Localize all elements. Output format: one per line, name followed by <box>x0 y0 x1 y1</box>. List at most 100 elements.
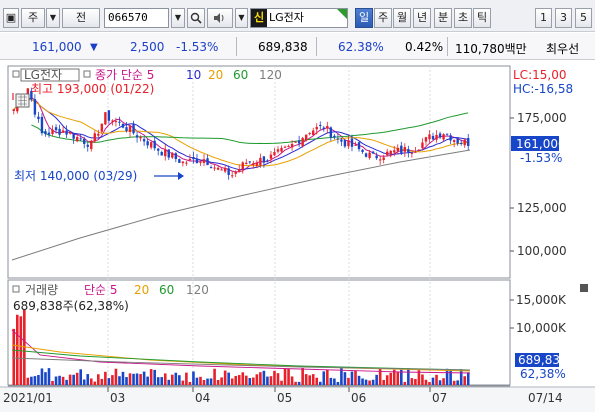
interval-button-2[interactable]: 5 <box>575 8 592 28</box>
stock-name-box[interactable]: 신 LG전자 <box>250 8 348 28</box>
main-toolbar: ▣ 주 ▼ 전 066570 ▼ ▼ 신 LG전자 일주월년분초틱 135 <box>0 0 595 32</box>
candle-body <box>371 151 375 154</box>
volume-bar <box>354 370 357 385</box>
flag-corner-icon <box>337 9 347 19</box>
period-type-select[interactable]: 주 <box>21 8 45 28</box>
volume-bar <box>449 369 452 385</box>
candle-body <box>255 162 259 166</box>
candle-body <box>319 124 322 126</box>
panel-close-icon <box>580 284 588 292</box>
candle-body <box>202 159 206 163</box>
stock-name: LG전자 <box>269 11 304 24</box>
interval-button-0[interactable]: 1 <box>535 8 552 28</box>
volume-bar <box>202 379 206 385</box>
volume-bar <box>188 381 192 385</box>
sound-icon[interactable] <box>207 8 233 28</box>
candle-body <box>61 130 65 133</box>
candle-body <box>297 140 301 144</box>
candle-body <box>421 142 424 149</box>
volume-bar <box>104 371 107 385</box>
volume-bar <box>68 374 72 385</box>
volume-bar <box>220 377 223 385</box>
hc-label: HC:-16,58 <box>513 82 573 96</box>
vol-tick-10000k: 10,000K <box>516 321 567 335</box>
x-label-04: 04 <box>195 391 210 405</box>
volume-bar <box>414 379 417 385</box>
new-listing-badge: 신 <box>251 9 267 27</box>
volume-bar <box>51 380 54 385</box>
candle-body <box>223 168 227 172</box>
period-button-1[interactable]: 주 <box>374 8 392 28</box>
full-menu-button[interactable]: 전 <box>62 8 100 28</box>
volume-bar <box>15 314 19 385</box>
candle-body <box>333 135 336 138</box>
candle-body <box>132 124 135 134</box>
candle-body <box>107 110 111 121</box>
code-dropdown-chevron-icon[interactable]: ▼ <box>171 8 185 28</box>
candle-body <box>386 151 389 156</box>
candle-body <box>463 139 466 146</box>
candle-body <box>40 116 44 134</box>
chart-area[interactable]: LG전자 종가 단순 5 10 20 60 120 최고 193,000 (01… <box>0 61 595 412</box>
candle-body <box>403 146 407 152</box>
volume-bar <box>89 378 93 385</box>
candle-body <box>181 161 185 164</box>
volume-bar <box>97 374 100 385</box>
volume-bar <box>382 379 385 385</box>
volume-bar <box>12 328 16 385</box>
quote-bar: 161,000 ▼ 2,500 -1.53% 689,838 62.38% 0.… <box>0 33 595 60</box>
candle-body <box>350 138 354 147</box>
candle-body <box>431 136 435 140</box>
candle-body <box>442 134 445 140</box>
candle-body <box>171 153 174 158</box>
candle-body <box>347 140 350 147</box>
candle-body <box>273 152 276 156</box>
period-button-3[interactable]: 년 <box>413 8 431 28</box>
candle-body <box>449 135 452 141</box>
candle-body <box>456 138 459 144</box>
volume-bar <box>114 368 118 385</box>
x-label-2021-01: 2021/01 <box>3 391 53 405</box>
candle-body <box>206 158 209 166</box>
stock-code-input[interactable]: 066570 <box>104 8 169 28</box>
volume-bar <box>311 374 315 385</box>
volume-bar <box>385 375 389 385</box>
period-button-6[interactable]: 틱 <box>473 8 491 28</box>
period-type-label: 주 <box>27 11 39 24</box>
chevron-down-icon[interactable]: ▼ <box>46 8 60 28</box>
candle-body <box>378 159 382 161</box>
dock-icon[interactable]: ▣ <box>3 8 19 28</box>
ma60-legend: 60 <box>233 68 248 82</box>
stock-chart[interactable]: LG전자 종가 단순 5 10 20 60 120 최고 193,000 (01… <box>0 61 595 412</box>
volume-bar <box>308 375 311 385</box>
sound-dropdown-chevron-icon[interactable]: ▼ <box>235 8 248 28</box>
volume-bar <box>294 381 297 385</box>
candle-body <box>104 112 107 125</box>
volume-bar <box>142 371 146 385</box>
candle-body <box>248 161 252 163</box>
price-legend-stock: LG전자 <box>24 68 62 82</box>
volume-bar <box>234 375 238 385</box>
period-button-0[interactable]: 일 <box>355 8 373 28</box>
volume-bar <box>452 380 456 385</box>
volume-bar <box>389 372 393 385</box>
volume-bar <box>82 379 86 385</box>
candle-body <box>343 140 347 147</box>
period-button-4[interactable]: 분 <box>434 8 452 28</box>
candle-body <box>75 136 79 142</box>
volume-bar <box>304 374 308 385</box>
candle-body <box>435 134 438 140</box>
period-button-2[interactable]: 월 <box>393 8 411 28</box>
candle-body <box>83 138 86 144</box>
volume-bar <box>79 369 82 385</box>
volume-bar <box>26 377 30 385</box>
volume-bar <box>329 377 333 385</box>
full-menu-label: 전 <box>75 11 87 24</box>
candle-body <box>178 159 181 163</box>
interval-button-1[interactable]: 3 <box>555 8 572 28</box>
search-icon[interactable] <box>187 8 205 28</box>
candle-body <box>375 155 378 159</box>
candle-body <box>54 127 58 131</box>
candle-body <box>283 146 287 148</box>
period-button-5[interactable]: 초 <box>454 8 472 28</box>
